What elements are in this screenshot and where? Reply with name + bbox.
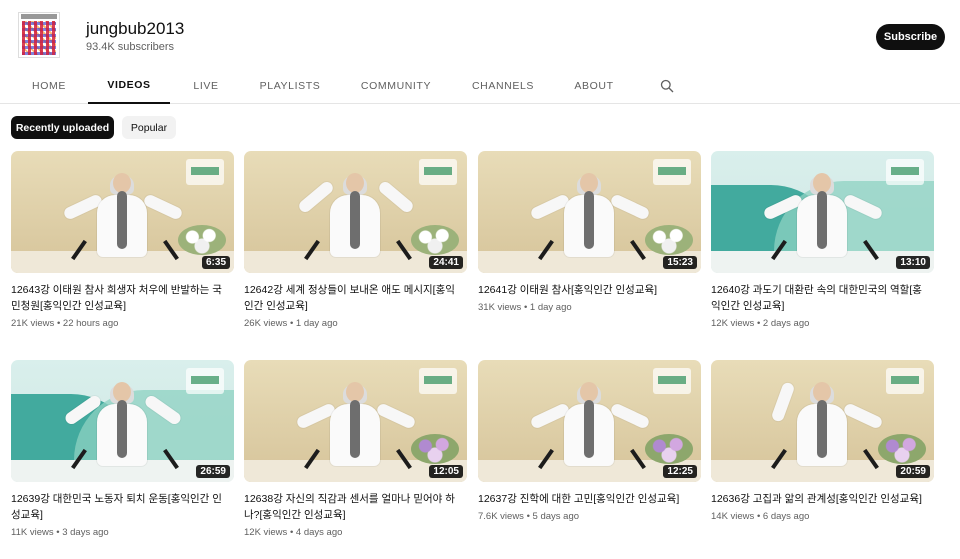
video-meta: 31K views • 1 day ago	[478, 302, 572, 313]
video-views: 11K views	[11, 527, 54, 538]
chip-recently-uploaded[interactable]: Recently uploaded	[11, 116, 114, 139]
video-age: 4 days ago	[295, 527, 343, 538]
video-duration: 15:23	[663, 256, 697, 269]
video-duration: 13:10	[896, 256, 930, 269]
video-title[interactable]: 12641강 이태원 참사[홍익인간 인성교육]	[478, 282, 696, 298]
video-age: 1 day ago	[295, 318, 338, 329]
video-thumbnail[interactable]: 6:35	[11, 151, 234, 273]
subscriber-count: 93.4K subscribers	[86, 41, 175, 53]
video-views: 7.6K views	[478, 511, 524, 522]
channel-tabs: HOME VIDEOS LIVE PLAYLISTS COMMUNITY CHA…	[0, 68, 960, 104]
avatar-header-strip	[21, 14, 57, 19]
chip-popular[interactable]: Popular	[122, 116, 176, 139]
video-thumbnail[interactable]: 26:59	[11, 360, 234, 482]
video-thumbnail[interactable]: 24:41	[244, 151, 467, 273]
video-meta: 14K views • 6 days ago	[711, 511, 810, 522]
video-thumbnail[interactable]: 12:05	[244, 360, 467, 482]
video-age: 2 days ago	[762, 318, 810, 329]
video-views: 12K views	[244, 527, 288, 538]
tab-community[interactable]: COMMUNITY	[350, 68, 442, 104]
tab-channels[interactable]: CHANNELS	[462, 68, 544, 104]
video-card[interactable]: 26:59 12639강 대한민국 노동자 퇴치 운동[홍익인간 인성교육] 1…	[11, 360, 234, 538]
video-title[interactable]: 12640강 과도기 대환란 속의 대한민국의 역할[홍익인간 인성교육]	[711, 282, 929, 314]
video-meta: 21K views • 22 hours ago	[11, 318, 119, 329]
video-duration: 12:25	[663, 465, 697, 478]
tab-about[interactable]: ABOUT	[564, 68, 624, 104]
video-meta: 12K views • 4 days ago	[244, 527, 343, 538]
subscribe-button[interactable]: Subscribe	[876, 24, 945, 50]
video-views: 14K views	[711, 511, 755, 522]
video-age: 3 days ago	[62, 527, 109, 538]
qr-code-icon	[22, 21, 56, 55]
video-card[interactable]: 12:25 12637강 진학에 대한 고민[홍익인간 인성교육] 7.6K v…	[478, 360, 701, 522]
tab-videos[interactable]: VIDEOS	[88, 68, 170, 104]
video-card[interactable]: 24:41 12642강 세계 정상들이 보내온 애도 메시지[홍익인간 인성교…	[244, 151, 467, 329]
video-title[interactable]: 12639강 대한민국 노동자 퇴치 운동[홍익인간 인성교육]	[11, 491, 229, 523]
video-thumbnail[interactable]: 12:25	[478, 360, 701, 482]
video-thumbnail[interactable]: 20:59	[711, 360, 934, 482]
tab-home[interactable]: HOME	[20, 68, 78, 104]
video-card[interactable]: 6:35 12643강 이태원 참사 희생자 처우에 반발하는 국민청원[홍익인…	[11, 151, 234, 329]
video-card[interactable]: 13:10 12640강 과도기 대환란 속의 대한민국의 역할[홍익인간 인성…	[711, 151, 934, 329]
video-title[interactable]: 12636강 고집과 앎의 관계성[홍익인간 인성교육]	[711, 491, 929, 507]
video-age: 22 hours ago	[62, 318, 119, 329]
video-thumbnail[interactable]: 15:23	[478, 151, 701, 273]
video-card[interactable]: 20:59 12636강 고집과 앎의 관계성[홍익인간 인성교육] 14K v…	[711, 360, 934, 522]
video-meta: 26K views • 1 day ago	[244, 318, 338, 329]
video-thumbnail[interactable]: 13:10	[711, 151, 934, 273]
video-card[interactable]: 15:23 12641강 이태원 참사[홍익인간 인성교육] 31K views…	[478, 151, 701, 313]
video-duration: 24:41	[429, 256, 463, 269]
video-duration: 26:59	[196, 465, 230, 478]
video-card[interactable]: 12:05 12638강 자신의 직감과 센서를 얼마나 믿어야 하나?[홍익인…	[244, 360, 467, 538]
video-title[interactable]: 12642강 세계 정상들이 보내온 애도 메시지[홍익인간 인성교육]	[244, 282, 462, 314]
video-views: 26K views	[244, 318, 288, 329]
video-age: 1 day ago	[529, 302, 572, 313]
tab-playlists[interactable]: PLAYLISTS	[248, 68, 332, 104]
video-meta: 11K views • 3 days ago	[11, 527, 109, 538]
video-duration: 12:05	[429, 465, 463, 478]
video-title[interactable]: 12643강 이태원 참사 희생자 처우에 반발하는 국민청원[홍익인간 인성교…	[11, 282, 229, 314]
video-meta: 12K views • 2 days ago	[711, 318, 810, 329]
channel-name[interactable]: jungbub2013	[86, 19, 184, 39]
search-icon[interactable]	[660, 79, 674, 93]
video-views: 21K views	[11, 318, 55, 329]
video-duration: 20:59	[896, 465, 930, 478]
channel-avatar[interactable]	[18, 12, 60, 58]
video-age: 5 days ago	[532, 511, 580, 522]
video-duration: 6:35	[201, 256, 230, 269]
video-age: 6 days ago	[762, 511, 810, 522]
video-views: 12K views	[711, 318, 755, 329]
channel-header: jungbub2013 93.4K subscribers Subscribe	[0, 0, 960, 66]
video-meta: 7.6K views • 5 days ago	[478, 511, 580, 522]
video-views: 31K views	[478, 302, 522, 313]
tab-live[interactable]: LIVE	[182, 68, 230, 104]
video-title[interactable]: 12637강 진학에 대한 고민[홍익인간 인성교육]	[478, 491, 696, 507]
video-title[interactable]: 12638강 자신의 직감과 센서를 얼마나 믿어야 하나?[홍익인간 인성교육…	[244, 491, 462, 523]
